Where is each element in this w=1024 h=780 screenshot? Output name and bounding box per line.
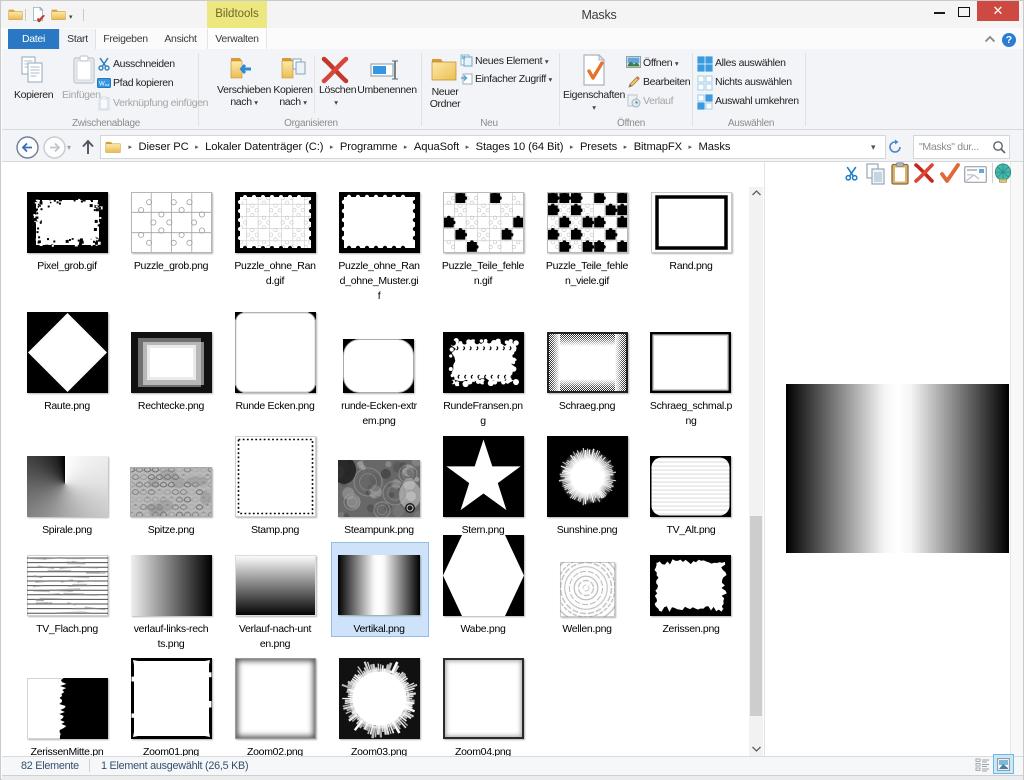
svg-text:W: W — [99, 82, 105, 88]
